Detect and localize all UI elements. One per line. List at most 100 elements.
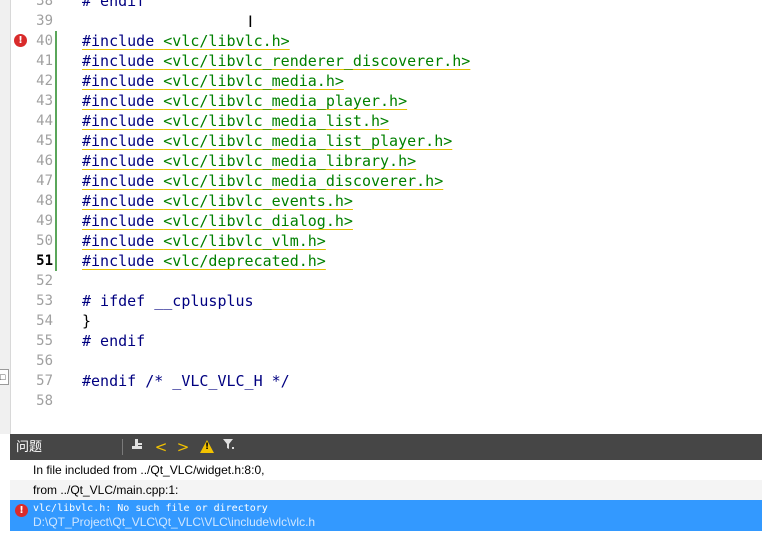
include-path: <vlc/libvlc_vlm.h> — [163, 232, 326, 250]
line-number: 38 — [36, 0, 53, 9]
code-text: #include <vlc/libvlc_media_library.h> — [82, 151, 416, 171]
line-number: 45 — [36, 133, 53, 149]
code-text: # endif — [82, 332, 146, 350]
code-line: 39 — [0, 11, 762, 31]
code-line: 55 # endif — [0, 331, 762, 351]
code-line: 49 #include <vlc/libvlc_dialog.h> — [0, 211, 762, 231]
code-line: 58 — [0, 391, 762, 411]
code-text: #include <vlc/libvlc_renderer_discoverer… — [82, 51, 470, 71]
code-line: 41 #include <vlc/libvlc_renderer_discover… — [0, 51, 762, 71]
line-number: 49 — [36, 213, 53, 229]
line-number: 53 — [36, 293, 53, 309]
code-line: 56 — [0, 351, 762, 371]
code-text: #include <vlc/libvlc_media_list.h> — [82, 111, 389, 131]
include-path: <vlc/libvlc.h> — [163, 32, 290, 50]
line-number: 39 — [36, 13, 53, 29]
include-keyword: #include — [82, 212, 155, 230]
include-keyword: #include — [82, 32, 155, 50]
line-number: 54 — [36, 313, 53, 329]
filter-svg — [223, 439, 234, 449]
line-number: 58 — [36, 393, 53, 409]
code-text: #include <vlc/deprecated.h> — [82, 251, 326, 271]
include-keyword: #include — [82, 92, 155, 110]
filter-icon[interactable] — [220, 437, 238, 457]
include-path: <vlc/deprecated.h> — [163, 252, 326, 270]
code-text: #include <vlc/libvlc_media_list_player.h… — [82, 131, 452, 151]
next-issue-button[interactable]: > — [174, 437, 192, 457]
line-number: 43 — [36, 93, 53, 109]
error-icon: ! — [15, 504, 28, 517]
build-filter-svg — [132, 439, 142, 449]
code-line: 40! #include <vlc/libvlc.h> — [0, 31, 762, 51]
code-text: #include <vlc/libvlc_media_player.h> — [82, 91, 407, 111]
code-line: 57 #endif /* _VLC_VLC_H */ — [0, 371, 762, 391]
code-line: 38 # endif — [0, 0, 762, 11]
warning-filter-mark: ! — [204, 442, 210, 452]
include-keyword: #include — [82, 172, 155, 190]
line-number: 42 — [36, 73, 53, 89]
line-number: 55 — [36, 333, 53, 349]
code-text: #endif /* _VLC_VLC_H */ — [82, 371, 290, 391]
code-text: #include <vlc/libvlc_dialog.h> — [82, 211, 353, 231]
include-keyword: #include — [82, 232, 155, 250]
issue-row-selected-error[interactable]: ! vlc/libvlc.h: No such file or director… — [10, 500, 762, 531]
include-path: <vlc/libvlc_events.h> — [163, 192, 353, 210]
line-number: 41 — [36, 53, 53, 69]
issue-row[interactable]: In file included from ../Qt_VLC/widget.h… — [10, 460, 762, 481]
code-line: 51 #include <vlc/deprecated.h> — [0, 251, 762, 271]
error-message: vlc/libvlc.h: No such file or directory — [33, 503, 268, 514]
build-filter-icon[interactable] — [128, 437, 146, 457]
include-path: <vlc/libvlc_media_player.h> — [163, 92, 408, 110]
include-path: <vlc/libvlc_media_list.h> — [163, 112, 390, 130]
code-text: # ifdef __cplusplus — [82, 292, 254, 310]
line-number: 51 — [36, 253, 53, 269]
code-text: # endif — [82, 0, 146, 10]
code-line: 50 #include <vlc/libvlc_vlm.h> — [0, 231, 762, 251]
include-keyword: #include — [82, 72, 155, 90]
error-marker-icon[interactable]: ! — [14, 34, 27, 47]
code-line: 45 #include <vlc/libvlc_media_list_player… — [0, 131, 762, 151]
include-keyword: #include — [82, 112, 155, 130]
line-number: 47 — [36, 173, 53, 189]
include-keyword: #include — [82, 152, 155, 170]
issue-text: In file included from ../Qt_VLC/widget.h… — [33, 463, 265, 477]
text-cursor-icon: I — [248, 12, 253, 31]
include-path: <vlc/libvlc_renderer_discoverer.h> — [163, 52, 471, 70]
code-line: 53 # ifdef __cplusplus — [0, 291, 762, 311]
code-text: } — [82, 312, 92, 330]
previous-issue-button[interactable]: < — [152, 437, 170, 457]
code-comment: /* _VLC_VLC_H */ — [136, 372, 290, 390]
line-number: 46 — [36, 153, 53, 169]
issues-panel-title: 问题 — [16, 439, 43, 454]
code-text: #include <vlc/libvlc_vlm.h> — [82, 231, 326, 251]
modified-lines-bar — [55, 31, 57, 271]
include-path: <vlc/libvlc_dialog.h> — [163, 212, 353, 230]
line-number: 50 — [36, 233, 53, 249]
include-path: <vlc/libvlc_media_library.h> — [163, 152, 417, 170]
error-file-path: D:\QT_Project\Qt_VLC\Qt_VLC\VLC\include\… — [33, 515, 316, 529]
code-line: 42 #include <vlc/libvlc_media.h> — [0, 71, 762, 91]
include-keyword: #include — [82, 192, 155, 210]
code-line: 43 #include <vlc/libvlc_media_player.h> — [0, 91, 762, 111]
issue-row[interactable]: from ../Qt_VLC/main.cpp:1: — [10, 480, 762, 501]
include-keyword: #include — [82, 52, 155, 70]
line-number: 44 — [36, 113, 53, 129]
code-text: #include <vlc/libvlc_media.h> — [82, 71, 344, 91]
code-line: 47 #include <vlc/libvlc_media_discoverer.… — [0, 171, 762, 191]
endif-keyword: #endif — [82, 372, 137, 390]
include-keyword: #include — [82, 132, 155, 150]
toolbar-separator — [122, 439, 123, 455]
line-number: 52 — [36, 273, 53, 289]
include-path: <vlc/libvlc_media_discoverer.h> — [163, 172, 444, 190]
